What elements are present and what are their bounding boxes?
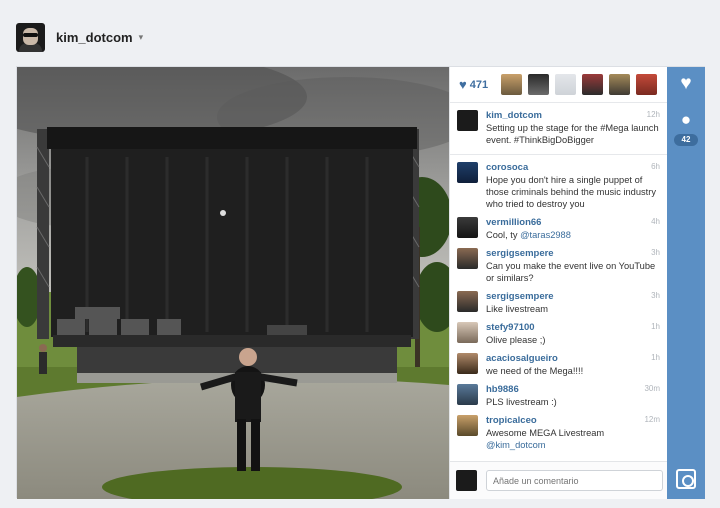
comment-username[interactable]: sergigsempere: [486, 291, 660, 303]
comment-username[interactable]: vermillion66: [486, 217, 660, 229]
avatar[interactable]: [457, 415, 478, 436]
comment-username[interactable]: corosoca: [486, 162, 660, 174]
instagram-icon[interactable]: [676, 469, 696, 489]
speech-bubble-icon[interactable]: ●: [675, 110, 697, 132]
list-item: hb9886 PLS livestream :) 30m: [450, 377, 668, 408]
avatar[interactable]: [457, 322, 478, 343]
mention-link[interactable]: @taras2988: [520, 230, 571, 240]
comment-text: Awesome MEGA Livestream @kim_dotcom: [486, 428, 605, 450]
list-item: sergigsempere Like livestream 3h: [450, 284, 668, 315]
comment-time: 12m: [644, 415, 660, 424]
add-comment-bar: [450, 461, 668, 499]
comment-list: kim_dotcom Setting up the stage for the …: [450, 103, 668, 461]
avatar[interactable]: [16, 22, 45, 52]
comment-time: 6h: [651, 162, 660, 171]
avatar[interactable]: [457, 248, 478, 269]
heart-icon: ♥: [459, 77, 467, 92]
comment-username[interactable]: hb9886: [486, 384, 660, 396]
avatar[interactable]: [636, 74, 658, 95]
comment-username[interactable]: stefy97100: [486, 322, 660, 334]
avatar: [456, 470, 477, 491]
comment-username[interactable]: sergigsempere: [486, 248, 660, 260]
username[interactable]: kim_dotcom: [56, 30, 133, 45]
comment-text: Like livestream: [486, 304, 549, 314]
list-item: stefy97100 Olive please ;) 1h: [450, 315, 668, 346]
avatar[interactable]: [457, 217, 478, 238]
comment-username[interactable]: tropicalceo: [486, 415, 660, 427]
post-card: ♥ 471 kim_dotcom Setting up the stage fo…: [16, 66, 705, 499]
chevron-down-icon[interactable]: ▾: [139, 32, 144, 43]
avatar[interactable]: [609, 74, 631, 95]
comment-username[interactable]: kim_dotcom: [486, 110, 660, 122]
comment-time: 12h: [646, 110, 660, 119]
comment-username[interactable]: acaciosalgueiro: [486, 353, 660, 365]
avatar[interactable]: [457, 353, 478, 374]
mention-link[interactable]: @kim_dotcom: [486, 440, 546, 450]
list-item: acaciosalgueiro we need of the Mega!!!! …: [450, 346, 668, 377]
comment-time: 1h: [651, 353, 660, 362]
list-item: kim_dotcom Setting up the stage for the …: [450, 103, 668, 155]
avatar[interactable]: [582, 74, 604, 95]
avatar[interactable]: [457, 162, 478, 183]
comment-text: Can you make the event live on YouTube o…: [486, 261, 656, 283]
likers: [501, 74, 663, 95]
comment-time: 30m: [644, 384, 660, 393]
like-count[interactable]: 471: [470, 79, 488, 91]
heart-icon[interactable]: ♥: [675, 73, 697, 95]
action-rail: ♥ ● 42: [667, 67, 705, 499]
comment-text: Olive please ;): [486, 335, 546, 345]
list-item: sergigsempere Can you make the event liv…: [450, 241, 668, 284]
avatar[interactable]: [555, 74, 577, 95]
comment-text: Hope you don't hire a single puppet of t…: [486, 175, 657, 209]
list-item: corosoca Hope you don't hire a single pu…: [450, 155, 668, 210]
comment-count-badge: 42: [674, 134, 698, 146]
comment-text: we need of the Mega!!!!: [486, 366, 584, 376]
comment-text: Cool, ty @taras2988: [486, 230, 571, 240]
comments-panel: ♥ 471 kim_dotcom Setting up the stage fo…: [449, 67, 668, 499]
comment-time: 3h: [651, 248, 660, 257]
avatar[interactable]: [528, 74, 550, 95]
avatar[interactable]: [501, 74, 523, 95]
avatar[interactable]: [457, 291, 478, 312]
list-item: tropicalceo Awesome MEGA Livestream @kim…: [450, 408, 668, 451]
list-item: vermillion66 Cool, ty @taras2988 4h: [450, 210, 668, 241]
comment-time: 1h: [651, 322, 660, 331]
likes-bar: ♥ 471: [450, 67, 667, 103]
comment-text: PLS livestream :): [486, 397, 557, 407]
comment-input[interactable]: [486, 470, 663, 491]
comment-time: 4h: [651, 217, 660, 226]
post-photo: [17, 67, 449, 499]
post-header: kim_dotcom ▾: [16, 22, 143, 52]
avatar[interactable]: [457, 110, 478, 131]
comment-time: 3h: [651, 291, 660, 300]
comment-text: Setting up the stage for the #Mega launc…: [486, 123, 659, 145]
avatar[interactable]: [457, 384, 478, 405]
